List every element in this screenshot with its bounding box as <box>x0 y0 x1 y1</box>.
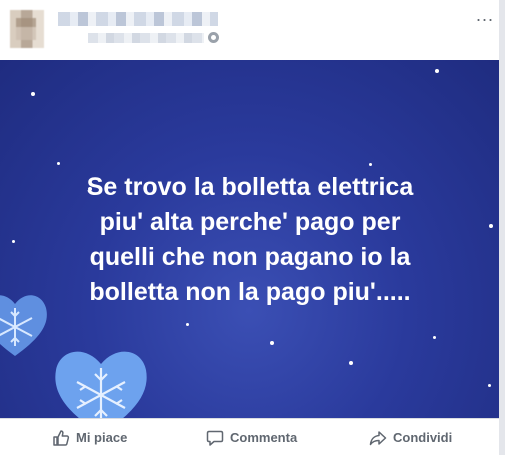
post-actions-bar: Mi piace Commenta Condividi <box>0 418 499 456</box>
post-text-line: piu' alta perche' pago per <box>99 208 401 236</box>
star <box>270 341 274 345</box>
star <box>31 92 35 96</box>
share-button[interactable]: Condividi <box>369 419 452 456</box>
star <box>369 163 372 166</box>
star <box>12 240 15 243</box>
star <box>57 162 60 165</box>
star <box>433 336 436 339</box>
post-image[interactable]: Se trovo la bolletta elettrica piu' alta… <box>0 60 499 418</box>
author-name-blurred[interactable] <box>58 12 218 26</box>
post-text-line: Se trovo la bolletta elettrica <box>86 173 414 201</box>
star <box>186 323 189 326</box>
star <box>349 361 353 365</box>
comment-button[interactable]: Commenta <box>206 419 297 456</box>
star <box>435 69 439 73</box>
like-thumb-icon <box>53 429 70 446</box>
like-label: Mi piace <box>76 430 128 445</box>
comment-label: Commenta <box>230 430 298 445</box>
post-text-line: bolletta non la pago piu'..... <box>89 278 411 306</box>
post-timestamp-blurred[interactable] <box>88 33 204 43</box>
post-text: Se trovo la bolletta elettrica piu' alta… <box>40 170 460 310</box>
audience-globe-icon <box>208 32 219 43</box>
post-text-line: quelli che non pagano io la <box>89 243 411 271</box>
comment-bubble-icon <box>206 430 224 446</box>
page-edge <box>499 0 505 455</box>
share-label: Condividi <box>393 430 453 445</box>
post-header: ... <box>0 0 505 60</box>
snowflake-heart-icon <box>55 351 147 418</box>
more-options-icon[interactable]: ... <box>475 6 495 30</box>
share-arrow-icon <box>369 430 387 445</box>
star <box>488 384 491 387</box>
star <box>489 224 493 228</box>
like-button[interactable]: Mi piace <box>52 419 127 456</box>
avatar[interactable] <box>10 10 44 48</box>
